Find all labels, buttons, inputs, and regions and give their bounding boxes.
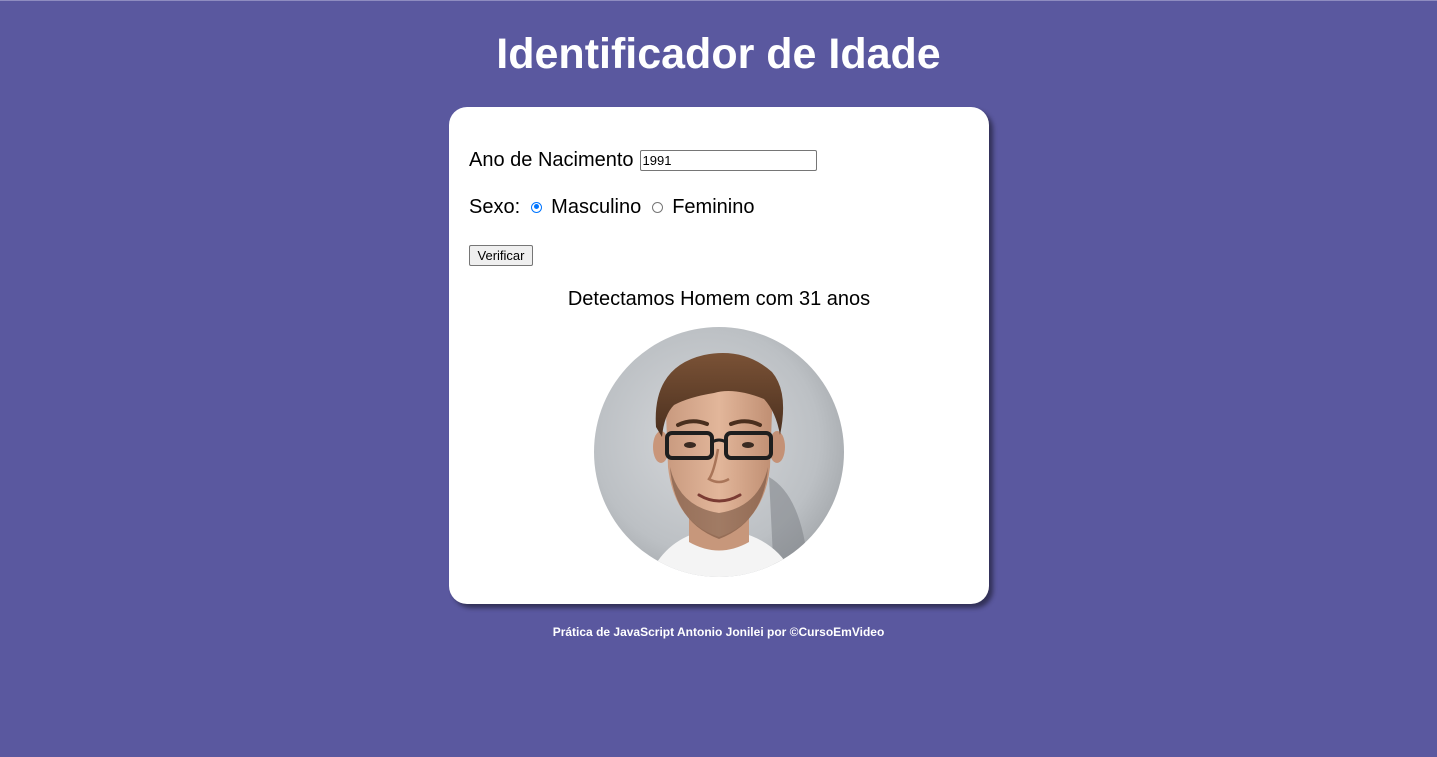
birth-year-input[interactable] [639, 149, 817, 171]
radio-male-label[interactable]: Masculino [551, 196, 641, 219]
sex-row: Sexo: Masculino Feminino [469, 195, 754, 219]
page-title: Identificador de Idade [496, 30, 941, 78]
radio-female[interactable] [652, 201, 664, 213]
sex-label: Sexo: [469, 196, 521, 218]
footer-credit: Prática de JavaScript Antonio Jonilei po… [552, 625, 885, 639]
radio-male[interactable] [531, 201, 543, 213]
birth-year-label: Ano de Nacimento [469, 149, 634, 171]
birth-year-row: Ano de Nacimento [469, 148, 817, 172]
man-portrait-image [594, 327, 844, 577]
result-photo [594, 327, 844, 577]
top-border [0, 0, 1437, 1]
verify-button[interactable]: Verificar [469, 245, 533, 266]
radio-female-label[interactable]: Feminino [672, 196, 754, 219]
age-form-card: Ano de Nacimento Sexo: Masculino Feminin… [449, 107, 989, 604]
result-text: Detectamos Homem com 31 anos [567, 288, 871, 310]
